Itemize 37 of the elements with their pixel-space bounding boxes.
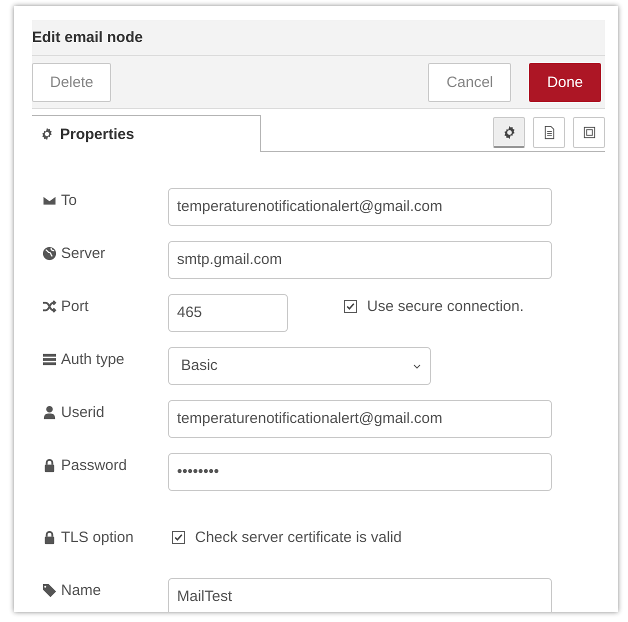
frame-tab[interactable] — [573, 117, 605, 148]
delete-button[interactable]: Delete — [32, 62, 112, 102]
shuffle-icon — [42, 299, 57, 314]
frame-icon — [582, 125, 596, 140]
auth-type-dropdown[interactable]: Basic — [168, 346, 431, 384]
input-field[interactable]: MailTest — [168, 578, 552, 612]
lock-icon — [42, 458, 57, 473]
cancel-button[interactable]: Cancel — [428, 62, 512, 102]
input-field[interactable]: temperaturenotificationalert@gmail.com — [168, 400, 552, 438]
properties-tab[interactable]: Properties — [32, 115, 261, 152]
gear-icon — [40, 127, 54, 141]
field-label: Userid — [61, 404, 104, 421]
checkbox[interactable] — [172, 531, 185, 544]
done-button[interactable]: Done — [529, 62, 601, 102]
tag-icon — [42, 583, 57, 598]
field-label: Name — [61, 582, 102, 599]
settings-tab[interactable] — [493, 117, 525, 148]
field-label: To — [61, 192, 77, 209]
port-field[interactable]: 465 — [168, 294, 288, 332]
field-label: Port — [61, 298, 89, 315]
globe-icon — [42, 246, 57, 261]
input-field[interactable]: •••••••• — [168, 452, 552, 490]
gear-icon — [502, 124, 516, 140]
window-title: Edit email node — [32, 29, 143, 46]
input-field[interactable]: temperaturenotificationalert@gmail.com — [168, 188, 552, 226]
document-tab[interactable] — [533, 117, 565, 148]
field-label: Auth type — [61, 351, 124, 368]
field-label: Password — [61, 457, 127, 474]
checkbox-label: Use secure connection. — [367, 298, 524, 315]
user-icon — [42, 405, 57, 420]
field-label: TLS option — [61, 529, 134, 546]
list-icon — [42, 352, 57, 367]
lock-icon — [42, 530, 57, 545]
input-field[interactable]: smtp.gmail.com — [168, 240, 552, 278]
checkbox-label: Check server certificate is valid — [195, 529, 402, 546]
checkbox[interactable] — [344, 300, 357, 313]
field-label: Server — [61, 245, 106, 262]
